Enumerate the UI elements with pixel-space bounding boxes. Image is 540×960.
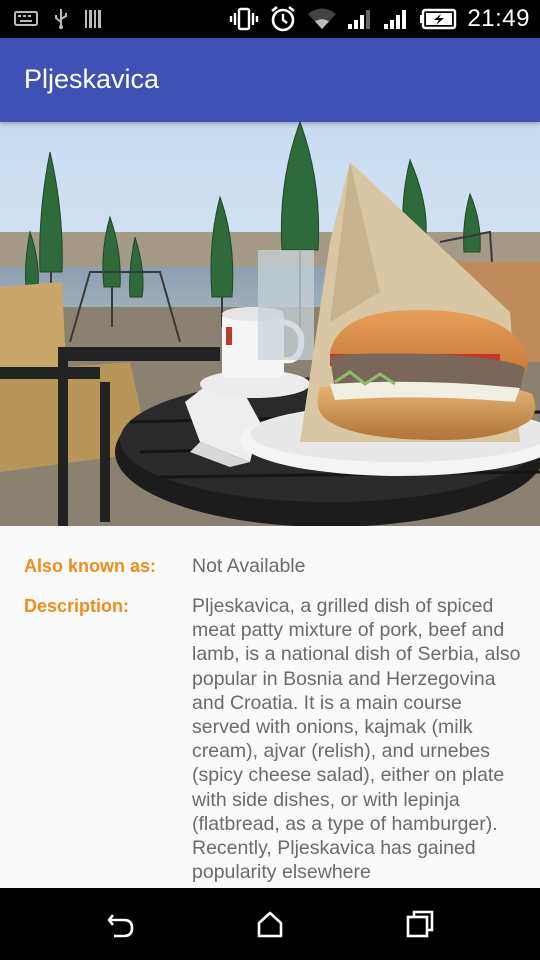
signal-icon [348,10,371,29]
status-clock: 21:49 [467,5,530,32]
back-icon[interactable] [104,908,136,940]
description-row: Description: Pljeskavica, a grilled dish… [24,594,524,888]
barcode-icon [85,10,101,28]
recents-icon[interactable] [404,908,436,940]
navigation-bar [0,888,540,960]
description-label: Description: [24,596,130,616]
keyboard-icon [14,11,38,26]
alarm-icon [271,5,296,32]
also-known-as-row: Also known as: Not Available [24,554,524,580]
pljeskavica-photo [0,122,540,526]
details-section: Also known as: Not Available Description… [0,526,540,888]
vibrate-icon [230,7,259,31]
app-bar: Pljeskavica [0,38,540,122]
battery-charging-icon [420,8,457,30]
usb-icon [55,9,67,29]
signal-icon [384,10,407,29]
description-text: Pljeskavica, a grilled dish of spiced me… [192,595,521,884]
wifi-icon [308,8,337,29]
hero-image [0,122,540,526]
status-bar: 21:49 [0,0,540,38]
page-title: Pljeskavica [24,64,160,94]
also-known-as-value: Not Available [192,555,306,577]
home-icon[interactable] [254,908,286,940]
also-known-as-label: Also known as: [24,556,157,576]
